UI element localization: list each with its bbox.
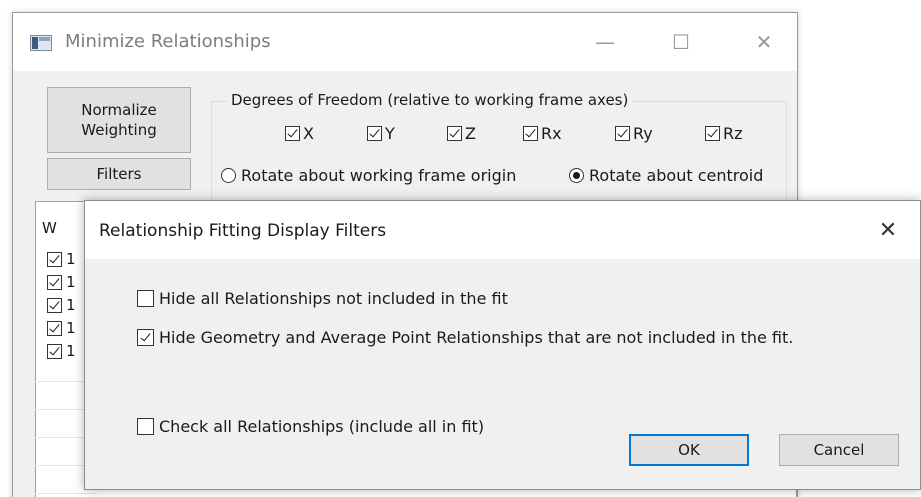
checkbox-checked[interactable]: [705, 125, 720, 141]
list-item[interactable]: 1: [47, 317, 76, 339]
degrees-of-freedom-group: [211, 101, 787, 203]
radio-rotate-centroid[interactable]: Rotate about centroid: [569, 163, 763, 187]
list-item-text: 1: [66, 296, 76, 314]
close-icon[interactable]: ✕: [746, 27, 782, 57]
dof-checkbox-ry[interactable]: Ry: [615, 121, 653, 145]
normalize-weighting-button[interactable]: Normalize Weighting: [47, 87, 191, 153]
dof-checkbox-z[interactable]: Z: [447, 121, 476, 145]
option-hide-geometry-average-point[interactable]: Hide Geometry and Average Point Relation…: [137, 326, 793, 348]
dof-label: Rz: [723, 123, 743, 143]
option-label: Hide Geometry and Average Point Relation…: [159, 327, 794, 347]
dof-label: X: [303, 123, 314, 143]
list-item-text: 1: [66, 273, 76, 291]
radio-label: Rotate about working frame origin: [241, 165, 517, 185]
dialog-title: Relationship Fitting Display Filters: [99, 221, 387, 241]
filters-button[interactable]: Filters: [47, 158, 191, 190]
list-item[interactable]: 1: [47, 294, 76, 316]
list-gridline: [35, 493, 97, 494]
checkbox-unchecked[interactable]: [137, 417, 154, 435]
checkbox-unchecked[interactable]: [137, 289, 154, 307]
radio-selected[interactable]: [569, 167, 584, 183]
option-check-all[interactable]: Check all Relationships (include all in …: [137, 415, 484, 437]
dof-checkbox-rx[interactable]: Rx: [523, 121, 562, 145]
checkbox-checked[interactable]: [47, 343, 62, 359]
checkbox-checked[interactable]: [47, 297, 62, 313]
list-item[interactable]: 1: [47, 340, 76, 362]
dof-label: Z: [465, 123, 476, 143]
rotation-options-row: Rotate about working frame origin Rotate…: [221, 163, 791, 187]
radio-unselected[interactable]: [221, 167, 236, 183]
radio-rotate-working-frame[interactable]: Rotate about working frame origin: [221, 163, 516, 187]
dof-label: Ry: [633, 123, 653, 143]
radio-label: Rotate about centroid: [589, 165, 764, 185]
dof-checkbox-x[interactable]: X: [285, 121, 314, 145]
close-icon[interactable]: ✕: [871, 215, 905, 245]
screen: Minimize Relationships — ☐ ✕ Normalize W…: [0, 0, 921, 497]
option-label: Hide all Relationships not included in t…: [159, 288, 508, 308]
list-item[interactable]: 1: [47, 248, 76, 270]
list-item-text: 1: [66, 319, 76, 337]
minimize-icon[interactable]: —: [587, 27, 623, 57]
ok-button[interactable]: OK: [629, 434, 749, 466]
checkbox-checked[interactable]: [367, 125, 382, 141]
dof-group-legend: Degrees of Freedom (relative to working …: [227, 91, 633, 109]
app-window-icon: [30, 35, 52, 51]
main-titlebar: Minimize Relationships — ☐ ✕: [13, 13, 797, 71]
dof-axes-row: X Y Z Rx Ry Rz: [285, 121, 785, 145]
display-filters-dialog: Relationship Fitting Display Filters ✕ H…: [84, 200, 921, 490]
window-title: Minimize Relationships: [65, 31, 271, 52]
list-column-header: W: [42, 219, 57, 237]
checkbox-checked[interactable]: [47, 274, 62, 290]
dof-label: Rx: [541, 123, 562, 143]
checkbox-checked[interactable]: [285, 125, 300, 141]
checkbox-checked[interactable]: [47, 320, 62, 336]
list-item-text: 1: [66, 250, 76, 268]
checkbox-checked[interactable]: [137, 328, 154, 346]
dialog-titlebar: Relationship Fitting Display Filters ✕: [85, 201, 920, 259]
maximize-icon[interactable]: ☐: [663, 27, 699, 57]
list-item-text: 1: [66, 342, 76, 360]
dof-checkbox-rz[interactable]: Rz: [705, 121, 743, 145]
option-label: Check all Relationships (include all in …: [159, 416, 485, 436]
list-item[interactable]: 1: [47, 271, 76, 293]
cancel-button[interactable]: Cancel: [779, 434, 899, 466]
option-hide-not-included[interactable]: Hide all Relationships not included in t…: [137, 287, 508, 309]
dof-checkbox-y[interactable]: Y: [367, 121, 395, 145]
checkbox-checked[interactable]: [615, 125, 630, 141]
checkbox-checked[interactable]: [523, 125, 538, 141]
checkbox-checked[interactable]: [447, 125, 462, 141]
checkbox-checked[interactable]: [47, 251, 62, 267]
dof-label: Y: [385, 123, 395, 143]
